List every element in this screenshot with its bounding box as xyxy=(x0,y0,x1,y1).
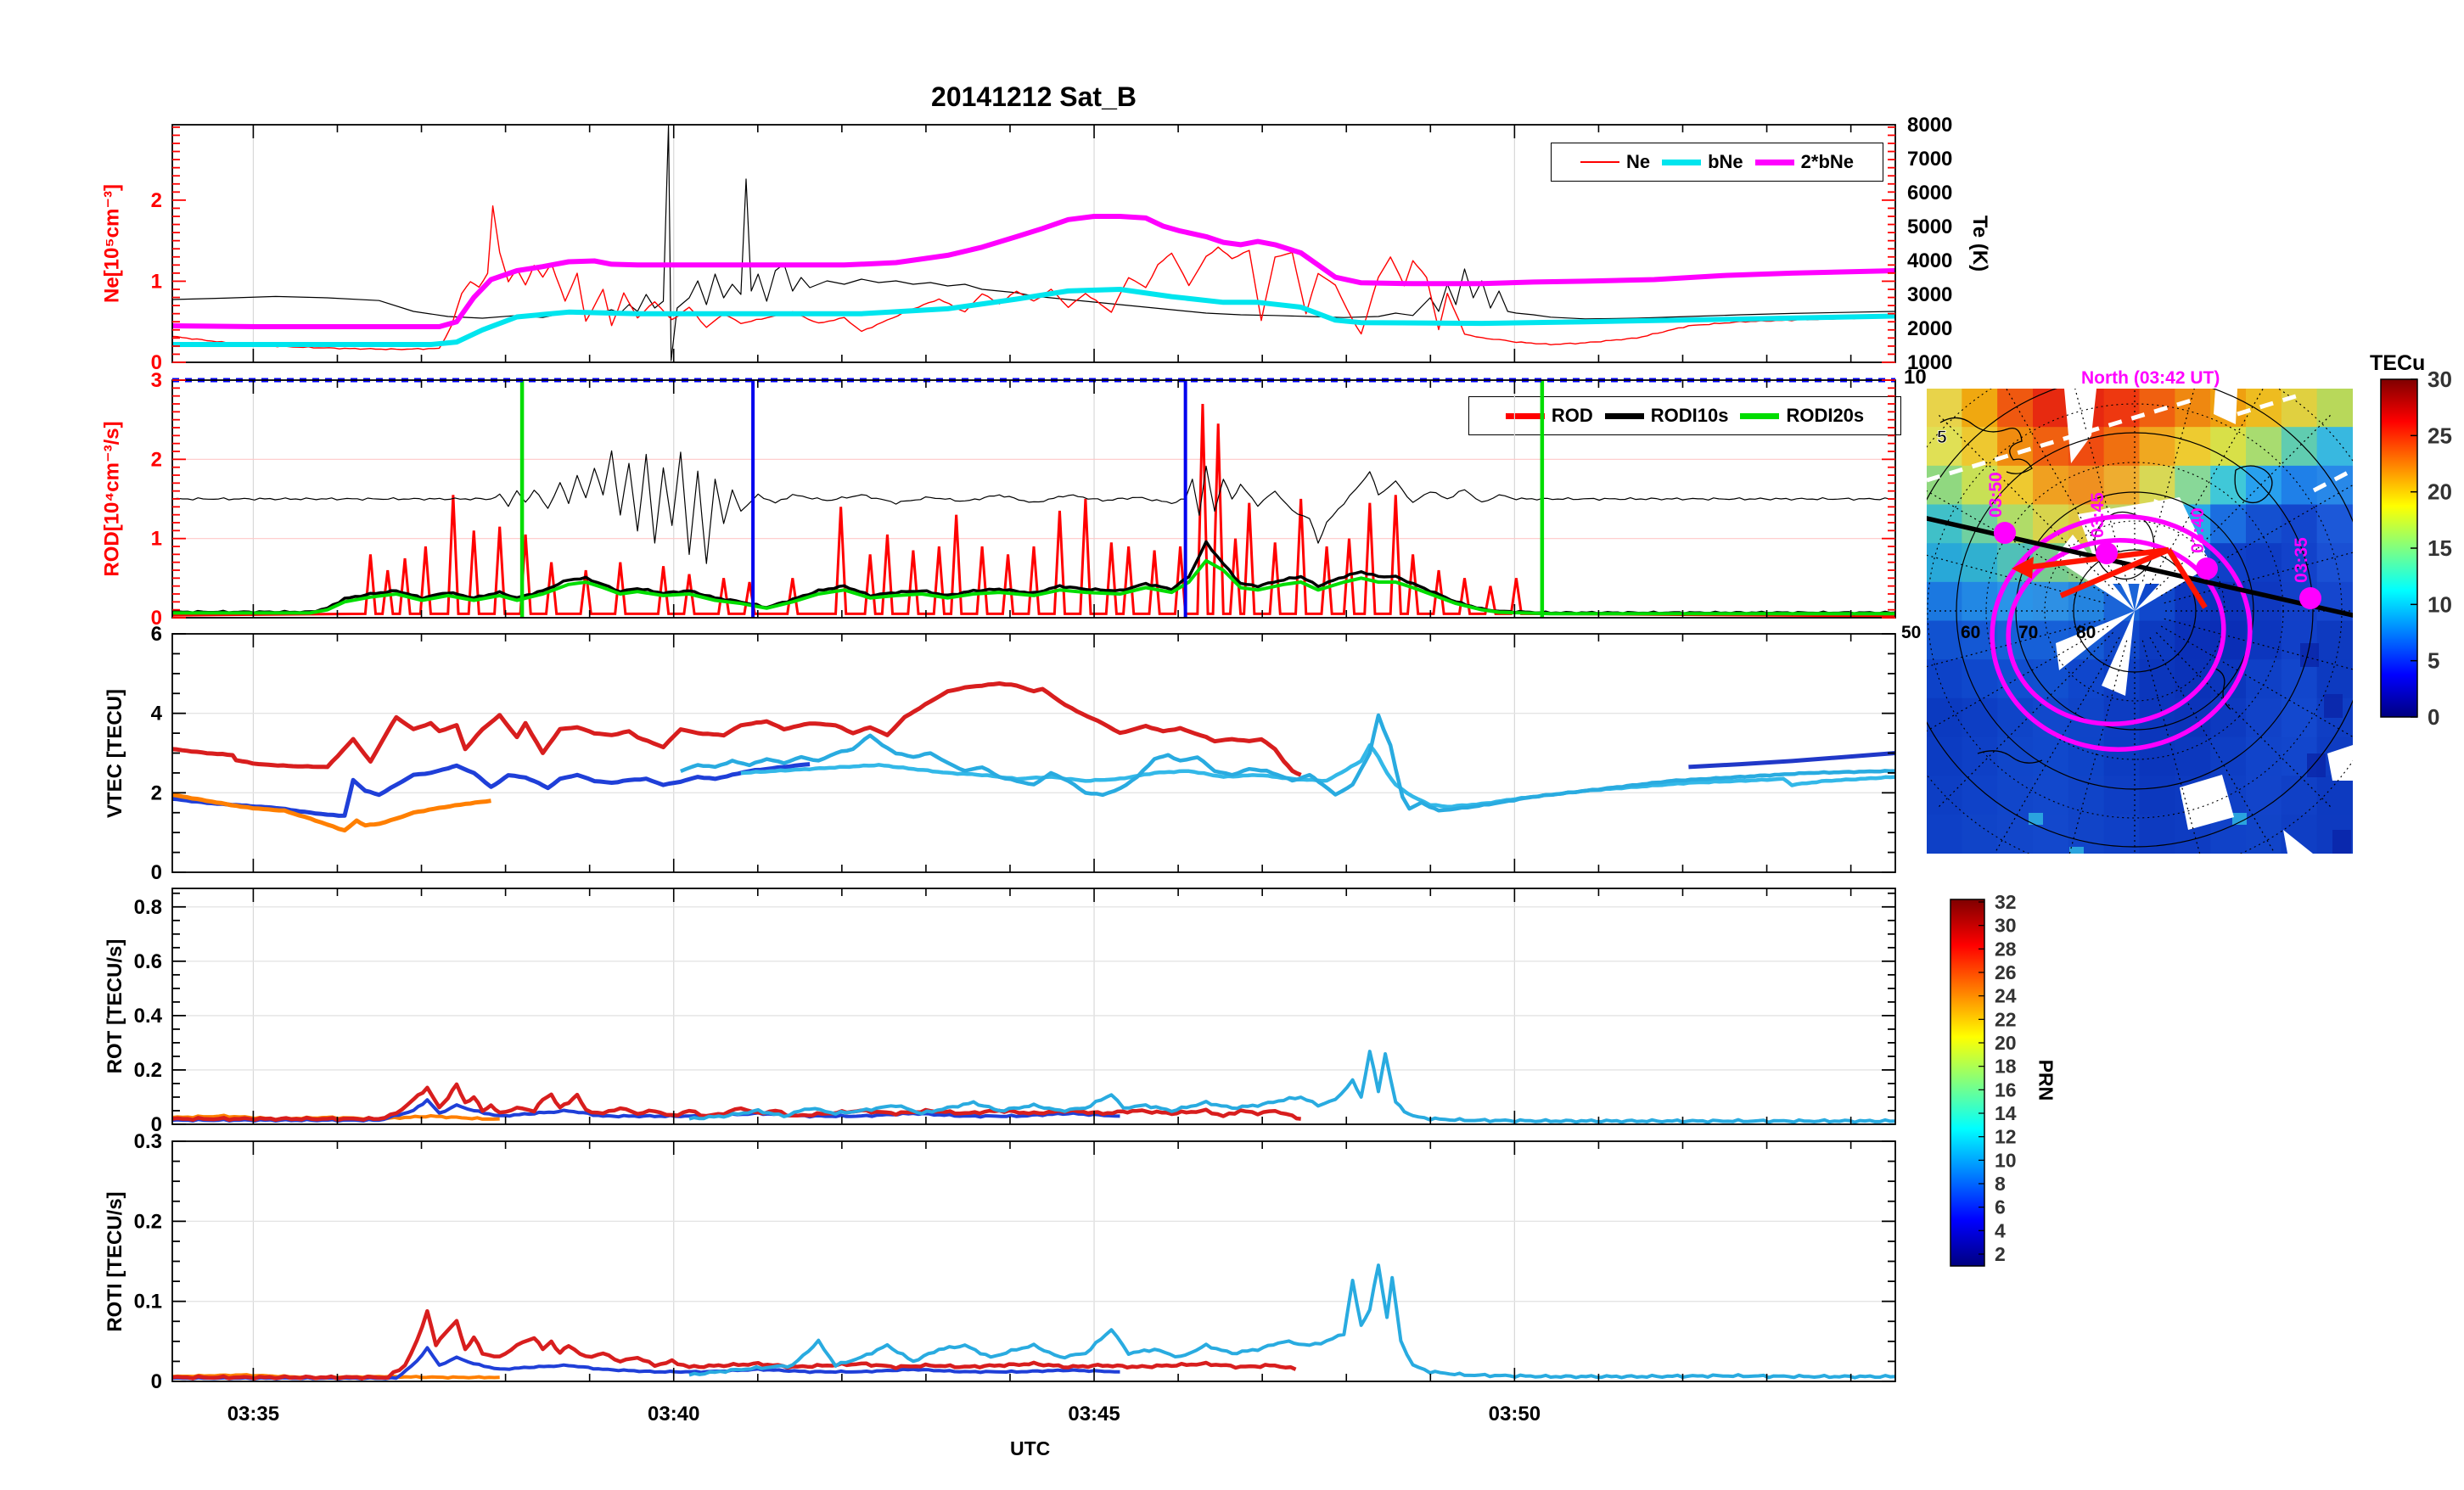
map-time-label-03:35: 03:35 xyxy=(2292,537,2311,583)
prn-tick-16: 16 xyxy=(1995,1078,2017,1101)
ytick-roti-0.2: 0.2 xyxy=(134,1210,162,1233)
ytick-rot-0.2: 0.2 xyxy=(134,1059,162,1082)
ytick-roti-0.1: 0.1 xyxy=(134,1291,162,1314)
ytick-ne-1: 1 xyxy=(151,270,162,293)
prn-tick-4: 4 xyxy=(1995,1219,2006,1241)
map-lat-label-50: 50 xyxy=(1901,623,1921,642)
ytick-roti-0.3: 0.3 xyxy=(134,1130,162,1153)
map-time-label-03:40: 03:40 xyxy=(2188,507,2208,553)
prn-tick-2: 2 xyxy=(1995,1243,2006,1265)
ytick-rot-0.6: 0.6 xyxy=(134,950,162,973)
map-lat-label-5-partial: 5 xyxy=(1937,428,1947,447)
ytick-te-5000: 5000 xyxy=(1907,216,1952,238)
map-lat-label-80: 80 xyxy=(2076,623,2096,642)
prn-tick-26: 26 xyxy=(1995,961,2017,983)
tecu-tick-0: 0 xyxy=(2428,704,2439,730)
tecu-tick-15: 15 xyxy=(2428,535,2452,561)
xtick-03:45: 03:45 xyxy=(1068,1403,1120,1426)
prn-tick-28: 28 xyxy=(1995,938,2017,960)
figure-canvas: 20141212 Sat_B Ne[10⁵cm⁻³] ROD[10⁴cm⁻³/s… xyxy=(0,0,2464,1490)
prn-tick-20: 20 xyxy=(1995,1032,2017,1054)
xtick-03:50: 03:50 xyxy=(1489,1403,1541,1426)
prn-tick-8: 8 xyxy=(1995,1173,2006,1195)
ytick-vtec-4: 4 xyxy=(151,703,163,725)
figure-svg: 210321064200.80.60.40.200.30.20.10800070… xyxy=(134,114,2452,1426)
polar-tec-map: 03:50 03:45 03:40 03:35 xyxy=(1927,389,2353,854)
tecu-tick-5: 5 xyxy=(2428,648,2439,674)
ytick-te-4000: 4000 xyxy=(1907,249,1952,272)
ytick-extra-10: 10 xyxy=(1904,366,1927,389)
ytick-vtec-0: 0 xyxy=(151,861,162,884)
prn-tick-6: 6 xyxy=(1995,1196,2006,1218)
xtick-03:35: 03:35 xyxy=(227,1403,279,1426)
ytick-rod-2: 2 xyxy=(151,448,162,471)
ytick-rot-0.8: 0.8 xyxy=(134,896,162,919)
ytick-vtec-6: 6 xyxy=(151,623,162,646)
ytick-rot-0.4: 0.4 xyxy=(134,1005,163,1028)
prn-tick-22: 22 xyxy=(1995,1008,2017,1030)
prn-tick-10: 10 xyxy=(1995,1149,2017,1171)
prn-tick-32: 32 xyxy=(1995,891,2017,913)
tecu-tick-10: 10 xyxy=(2428,591,2452,617)
prn-tick-24: 24 xyxy=(1995,985,2017,1007)
map-time-label-03:50: 03:50 xyxy=(1986,472,2006,518)
map-lat-label-60: 60 xyxy=(1961,623,1980,642)
ytick-te-2000: 2000 xyxy=(1907,317,1952,340)
prn-tick-12: 12 xyxy=(1995,1126,2017,1148)
ytick-te-7000: 7000 xyxy=(1907,148,1952,171)
ytick-roti-0: 0 xyxy=(151,1370,162,1393)
map-time-label-03:45: 03:45 xyxy=(2088,492,2108,538)
xtick-03:40: 03:40 xyxy=(648,1403,699,1426)
ytick-te-3000: 3000 xyxy=(1907,283,1952,306)
ytick-vtec-2: 2 xyxy=(151,781,162,804)
ytick-te-8000: 8000 xyxy=(1907,114,1952,137)
ytick-ne-2: 2 xyxy=(151,189,162,212)
tecu-tick-25: 25 xyxy=(2428,423,2452,448)
ytick-rod-1: 1 xyxy=(151,528,162,551)
tecu-tick-20: 20 xyxy=(2428,479,2452,505)
tecu-tick-30: 30 xyxy=(2428,367,2452,392)
map-lat-label-70: 70 xyxy=(2018,623,2038,642)
ytick-te-6000: 6000 xyxy=(1907,182,1952,204)
prn-tick-18: 18 xyxy=(1995,1056,2017,1078)
prn-tick-30: 30 xyxy=(1995,915,2017,937)
prn-tick-14: 14 xyxy=(1995,1102,2017,1124)
ytick-rod-3: 3 xyxy=(151,369,162,392)
